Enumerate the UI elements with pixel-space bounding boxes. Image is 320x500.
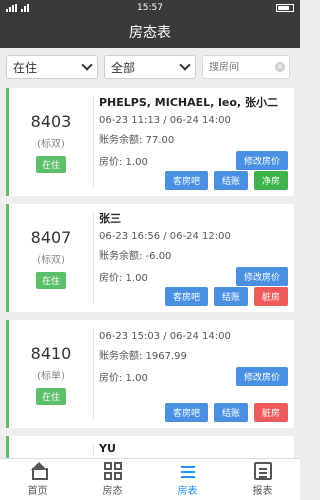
filter-bar: 在住 全部 × [0,48,300,86]
room-status-badge: 在住 [35,387,66,405]
room-type: (标双) [37,138,65,150]
card-divider [93,96,94,188]
room-type: (标双) [37,254,65,266]
room-price: 房价: 1.00 [99,157,148,168]
chevron-down-icon [179,59,191,71]
nav-home[interactable]: 首页 [0,459,75,500]
checkout-button[interactable]: 结账 [213,403,248,422]
list-icon [179,462,197,480]
room-card: YU [6,436,294,458]
room-number: 8403 [30,111,72,131]
room-search[interactable]: × [202,55,290,79]
home-icon [29,462,48,480]
status-time: 15:57 [137,3,163,13]
nav-room-status-label: 房态 [102,486,123,497]
battery-icon [276,4,294,12]
account-balance: 账务余额: 1967.99 [99,351,187,362]
chevron-down-icon [81,59,93,71]
room-price: 房价: 1.00 [99,273,148,284]
stay-dates: 06-23 15:03 / 06-24 14:00 [99,331,231,342]
card-divider [93,444,94,458]
room-dirty-button[interactable]: 脏房 [253,403,288,422]
room-status-badge: 在住 [35,271,66,289]
room-number: 8407 [30,227,72,247]
card-divider [93,328,94,420]
status-bar: 15:57 [0,0,300,16]
minibar-button[interactable]: 客房吧 [164,171,208,190]
room-card: 8407 (标双) 在住 张三 06-23 16:56 / 06-24 12:0… [6,204,294,312]
doc-icon [253,462,272,480]
nav-room-status[interactable]: 房态 [75,459,150,500]
edit-price-button[interactable]: 修改房价 [235,367,288,386]
status-filter-select[interactable]: 在住 [6,55,98,79]
wifi-icon [21,4,29,12]
category-filter-select[interactable]: 全部 [104,55,196,79]
guest-name: 张三 [99,212,121,225]
account-balance: 账务余额: -6.00 [99,251,172,262]
nav-room-list[interactable]: 房表 [150,459,225,500]
clear-icon[interactable]: × [275,62,285,72]
room-status-badge: 在住 [35,155,66,173]
category-filter-value: 全部 [111,60,136,75]
status-filter-value: 在住 [13,60,38,75]
minibar-button[interactable]: 客房吧 [164,287,208,306]
room-card: 8410 (标单) 在住 06-23 15:03 / 06-24 14:00 账… [6,320,294,428]
page-title-text: 房态表 [129,25,171,41]
nav-room-list-label: 房表 [177,486,198,497]
account-balance: 账务余额: 77.00 [99,135,175,146]
room-search-input[interactable] [209,61,283,73]
battery-group [234,4,294,12]
room-card: 8403 (标双) 在住 PHELPS, MICHAEL, leo, 张小二 0… [6,88,294,196]
minibar-button[interactable]: 客房吧 [164,403,208,422]
stay-dates: 06-23 11:13 / 06-24 14:00 [99,115,231,126]
room-dirty-button[interactable]: 脏房 [253,287,288,306]
guest-name: YU [99,442,116,455]
signal-icon [6,4,17,12]
nav-reports[interactable]: 报表 [225,459,300,500]
edit-price-button[interactable]: 修改房价 [235,267,288,286]
room-clean-button[interactable]: 净房 [253,171,288,190]
checkout-button[interactable]: 结账 [213,171,248,190]
nav-home-label: 首页 [27,486,48,497]
guest-name: PHELPS, MICHAEL, leo, 张小二 [99,96,278,109]
stay-dates: 06-23 16:56 / 06-24 12:00 [99,231,231,242]
nav-reports-label: 报表 [252,486,273,497]
room-number: 8410 [30,343,72,363]
room-type: (标单) [37,370,65,382]
room-list: 8403 (标双) 在住 PHELPS, MICHAEL, leo, 张小二 0… [0,86,300,458]
grid-icon [103,462,122,480]
room-price: 房价: 1.00 [99,373,148,384]
page-title: 房态表 [0,16,300,48]
bottom-nav: 首页 房态 房表 报表 [0,458,300,500]
signal-group [6,4,66,12]
checkout-button[interactable]: 结账 [213,287,248,306]
edit-price-button[interactable]: 修改房价 [235,151,288,170]
card-divider [93,212,94,304]
